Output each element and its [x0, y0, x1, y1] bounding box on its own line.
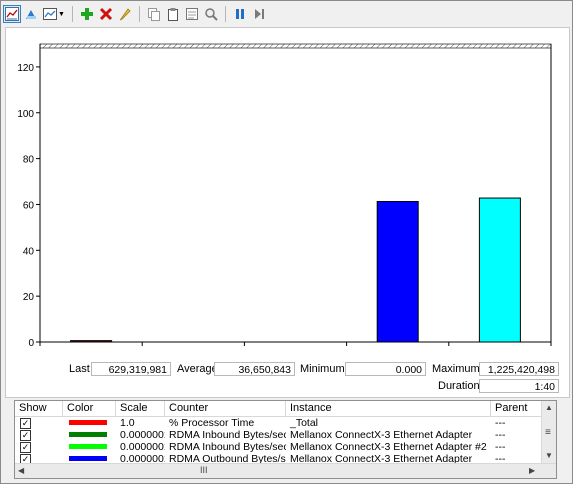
- column-header-instance[interactable]: Instance: [286, 401, 491, 416]
- average-label: Average: [177, 363, 218, 375]
- add-counter-icon: [80, 8, 93, 20]
- clear-display-icon: [26, 10, 36, 19]
- properties-button[interactable]: [183, 5, 201, 23]
- maximum-label: Maximum: [432, 363, 480, 375]
- color-cell: [63, 441, 116, 453]
- maximum-value: 1,225,420,498: [479, 362, 559, 376]
- legend-row[interactable]: ✓ 1.0 % Processor Time _Total ---: [15, 417, 541, 429]
- last-label: Last: [69, 363, 90, 375]
- properties-icon: [185, 8, 198, 20]
- copy-properties-icon: [147, 8, 160, 21]
- instance-cell: Mellanox ConnectX-3 Ethernet Adapter #2: [290, 441, 487, 453]
- bar-chart: 0 20 40 60 80 100 120: [17, 43, 552, 349]
- y-tick-label: 60: [23, 200, 35, 211]
- performance-monitor-window: ▼ 0 20 40 60 80 100 120 Last 629,319,981…: [0, 0, 573, 484]
- duration-label: Duration: [438, 380, 480, 392]
- vertical-scrollbar[interactable]: ▲ ≡ ▼: [541, 401, 556, 463]
- change-graph-type-icon: [43, 8, 57, 20]
- color-swatch: [69, 456, 107, 461]
- toolbar-separator: [224, 6, 226, 22]
- scroll-thumb-icon[interactable]: ≡: [545, 427, 551, 438]
- parent-cell: ---: [495, 441, 506, 453]
- highlight-button[interactable]: [116, 5, 134, 23]
- toolbar-separator: [71, 6, 73, 22]
- scroll-down-icon[interactable]: ▼: [545, 451, 553, 460]
- horizontal-scrollbar[interactable]: ◀ III ▶: [15, 463, 556, 478]
- parent-cell: ---: [495, 429, 506, 441]
- scroll-left-icon[interactable]: ◀: [18, 466, 24, 475]
- last-value: 629,319,981: [91, 362, 171, 376]
- y-tick-label: 0: [28, 338, 34, 349]
- column-header-show[interactable]: Show: [15, 401, 63, 416]
- toolbar: ▼: [3, 3, 569, 25]
- instance-cell: _Total: [290, 417, 319, 429]
- show-checkbox[interactable]: ✓: [20, 442, 31, 453]
- color-swatch: [69, 444, 107, 449]
- scroll-thumb-grip[interactable]: III: [200, 465, 208, 475]
- duration-value: 1:40: [479, 379, 559, 393]
- scale-cell: 1.0: [120, 417, 135, 429]
- counter-cell: RDMA Inbound Bytes/sec: [169, 441, 286, 453]
- column-header-parent[interactable]: Parent: [491, 401, 541, 416]
- view-graph-button[interactable]: [3, 5, 21, 23]
- bar-5: [478, 197, 521, 343]
- bar-1: [70, 340, 113, 343]
- counter-cell: RDMA Inbound Bytes/sec: [169, 429, 286, 441]
- instance-cell: Mellanox ConnectX-3 Ethernet Adapter: [290, 429, 473, 441]
- toolbar-separator: [138, 6, 140, 22]
- column-header-color[interactable]: Color: [63, 401, 116, 416]
- scale-cell: 0.0000001: [120, 429, 165, 441]
- column-header-scale[interactable]: Scale: [116, 401, 165, 416]
- scroll-up-icon[interactable]: ▲: [545, 403, 553, 412]
- clear-display-button[interactable]: [22, 5, 40, 23]
- counter-legend-table: Show Color Scale Counter Instance Parent…: [14, 400, 557, 479]
- color-swatch: [69, 432, 107, 437]
- freeze-display-icon: [235, 9, 244, 19]
- color-swatch: [69, 420, 107, 425]
- update-data-button[interactable]: [250, 5, 268, 23]
- paste-counter-list-button[interactable]: [164, 5, 182, 23]
- delete-counter-icon: [99, 7, 112, 21]
- copy-properties-button[interactable]: [145, 5, 163, 23]
- update-data-icon: [254, 9, 264, 19]
- parent-cell: ---: [495, 417, 506, 429]
- legend-header: Show Color Scale Counter Instance Parent: [15, 401, 541, 417]
- chevron-down-icon[interactable]: ▼: [58, 11, 65, 18]
- change-graph-type-button[interactable]: [41, 5, 59, 23]
- bar-4: [376, 200, 419, 343]
- paste-counter-list-icon: [167, 8, 178, 21]
- highlight-icon: [119, 8, 131, 21]
- zoom-button[interactable]: [202, 5, 220, 23]
- chart-area: 0 20 40 60 80 100 120: [5, 27, 570, 398]
- view-graph-icon: [5, 7, 19, 21]
- delete-counter-button[interactable]: [97, 5, 115, 23]
- y-tick-label: 20: [23, 292, 35, 303]
- color-cell: [63, 417, 116, 429]
- freeze-display-button[interactable]: [231, 5, 249, 23]
- column-header-counter[interactable]: Counter: [165, 401, 286, 416]
- add-counter-button[interactable]: [78, 5, 96, 23]
- legend-row[interactable]: ✓ 0.0000001 RDMA Inbound Bytes/sec Mella…: [15, 441, 541, 453]
- show-checkbox[interactable]: ✓: [20, 430, 31, 441]
- show-checkbox[interactable]: ✓: [20, 418, 31, 429]
- color-cell: [63, 429, 116, 441]
- y-tick-label: 80: [23, 155, 35, 166]
- legend-row[interactable]: ✓ 0.0000001 RDMA Inbound Bytes/sec Mella…: [15, 429, 541, 441]
- counter-cell: % Processor Time: [169, 417, 255, 429]
- average-value: 36,650,843: [214, 362, 295, 376]
- y-tick-label: 100: [17, 109, 34, 120]
- scroll-right-icon[interactable]: ▶: [529, 466, 535, 475]
- y-tick-label: 120: [17, 63, 34, 74]
- zoom-icon: [205, 8, 218, 21]
- y-tick-label: 40: [23, 246, 35, 257]
- time-bar-hatch: [39, 43, 552, 49]
- scale-cell: 0.0000001: [120, 441, 165, 453]
- minimum-label: Minimum: [300, 363, 345, 375]
- minimum-value: 0.000: [345, 362, 426, 376]
